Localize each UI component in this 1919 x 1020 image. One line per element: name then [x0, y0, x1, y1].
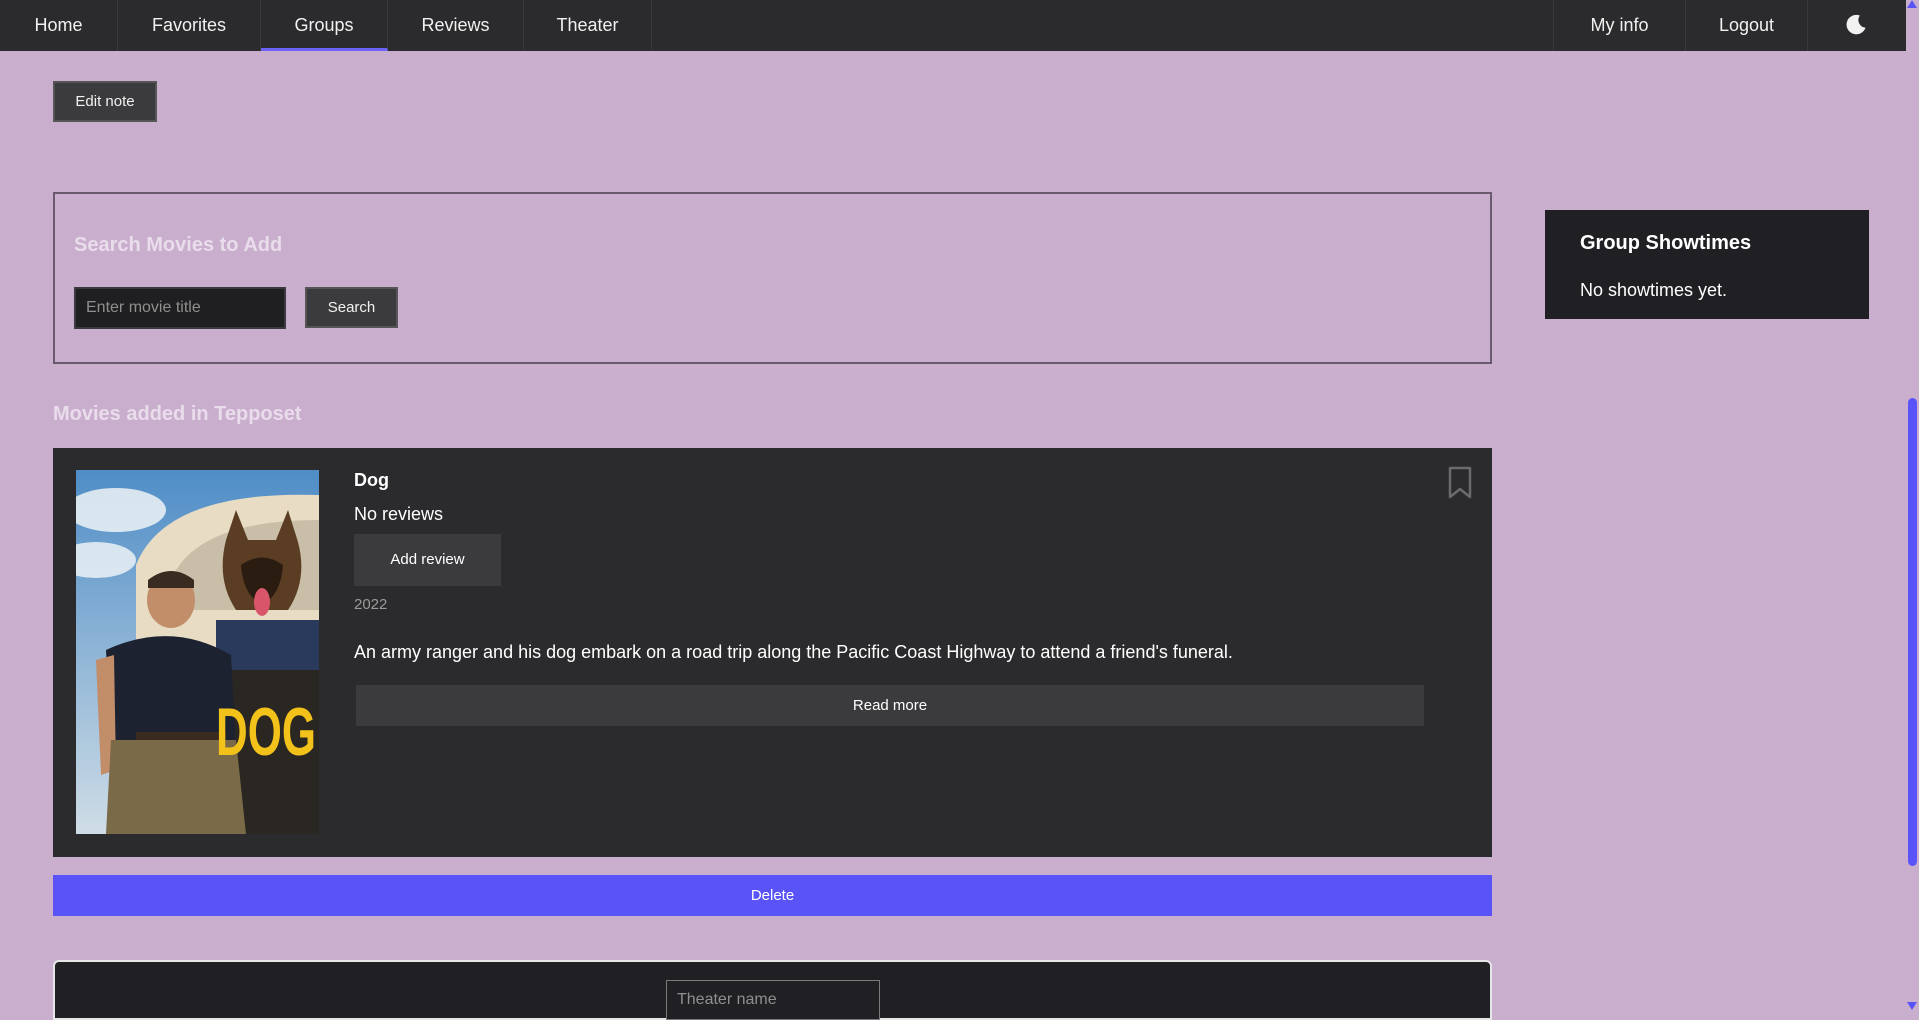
nav-groups[interactable]: Groups: [261, 0, 388, 51]
poster-title-text: DOG: [216, 694, 316, 770]
movie-year: 2022: [354, 596, 388, 613]
showtimes-empty-text: No showtimes yet.: [1580, 280, 1728, 300]
poster-image: DOG: [76, 470, 319, 834]
scrollbar-thumb[interactable]: [1908, 398, 1917, 866]
scroll-down-arrow-icon[interactable]: [1907, 1002, 1917, 1010]
scroll-up-arrow-icon[interactable]: [1907, 0, 1917, 8]
bookmark-icon[interactable]: [1447, 466, 1473, 500]
movie-title[interactable]: Dog: [354, 470, 389, 491]
movie-reviews: No reviews: [354, 504, 444, 524]
group-showtimes-panel: Group Showtimes No showtimes yet.: [1545, 210, 1869, 319]
theater-name-input[interactable]: [666, 980, 880, 1020]
delete-button[interactable]: Delete: [53, 875, 1492, 916]
read-more-button[interactable]: Read more: [356, 685, 1424, 726]
nav-logout[interactable]: Logout: [1686, 0, 1808, 51]
movie-search-input[interactable]: [74, 287, 286, 329]
edit-note-button[interactable]: Edit note: [53, 81, 157, 122]
showtimes-title: Group Showtimes: [1580, 232, 1752, 254]
search-button[interactable]: Search: [305, 287, 398, 328]
movie-poster[interactable]: DOG: [76, 470, 319, 834]
nav-favorites[interactable]: Favorites: [118, 0, 261, 51]
movie-description: An army ranger and his dog embark on a r…: [354, 642, 1233, 662]
nav-home[interactable]: Home: [0, 0, 118, 51]
theater-panel: [53, 960, 1492, 1020]
nav-theater[interactable]: Theater: [524, 0, 652, 51]
movies-section-title: Movies added in Tepposet: [53, 403, 302, 425]
nav-my-info[interactable]: My info: [1553, 0, 1686, 51]
top-nav: Home Favorites Groups Reviews Theater My…: [0, 0, 1906, 51]
search-title: Search Movies to Add: [74, 234, 283, 256]
movie-card: DOG Dog No reviews Add review 2022 An ar…: [53, 448, 1492, 857]
moon-icon[interactable]: [1843, 12, 1869, 38]
add-review-button[interactable]: Add review: [354, 534, 501, 586]
search-movies-panel: Search Movies to Add Search: [53, 192, 1492, 364]
nav-reviews[interactable]: Reviews: [388, 0, 524, 51]
